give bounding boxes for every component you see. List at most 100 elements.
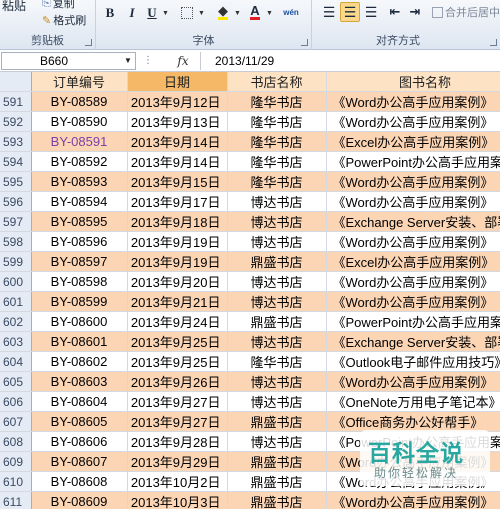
order-id-cell[interactable]: BY-08596 — [31, 231, 128, 252]
order-id-cell[interactable]: BY-08606 — [31, 431, 128, 452]
order-id-cell[interactable]: BY-08605 — [31, 411, 128, 432]
store-cell[interactable]: 鼎盛书店 — [227, 311, 327, 332]
book-cell[interactable]: 《Exchange Server安装、部署与管理》 — [326, 211, 500, 232]
book-cell[interactable]: 《Word办公高手应用案例》 — [326, 91, 500, 112]
book-cell[interactable]: 《PowerPoint办公高手应用案例》 — [326, 311, 500, 332]
order-id-cell[interactable]: BY-08590 — [31, 111, 128, 132]
merge-center-button[interactable]: 合并后居中 — [432, 4, 500, 20]
underline-button[interactable]: U — [143, 4, 161, 22]
store-cell[interactable]: 鼎盛书店 — [227, 471, 327, 492]
row-number[interactable]: 593 — [0, 131, 32, 152]
order-id-cell[interactable]: BY-08599 — [31, 291, 128, 312]
book-cell[interactable]: 《Exchange Server安装、部署与管理》 — [326, 331, 500, 352]
date-cell[interactable]: 2013年9月14日 — [127, 131, 228, 152]
date-cell[interactable]: 2013年9月15日 — [127, 171, 228, 192]
row-number[interactable]: 601 — [0, 291, 32, 312]
row-number[interactable]: 598 — [0, 231, 32, 252]
phonetic-button[interactable]: wén — [280, 3, 302, 21]
formula-bar-grip-icon[interactable]: ⋮ — [143, 55, 153, 66]
row-number[interactable]: 606 — [0, 391, 32, 412]
clipboard-launcher-icon[interactable] — [85, 39, 92, 46]
date-cell[interactable]: 2013年9月24日 — [127, 311, 228, 332]
align-left-button[interactable]: ☰ — [320, 3, 338, 21]
borders-dropdown-icon[interactable]: ▼ — [198, 10, 205, 17]
order-id-cell[interactable]: BY-08609 — [31, 491, 128, 509]
increase-indent-button[interactable]: ⇥ — [406, 3, 424, 21]
book-cell[interactable]: 《PowerPoint办公高手应用案例》 — [326, 151, 500, 172]
italic-button[interactable]: I — [123, 4, 141, 22]
header-book[interactable]: 图书名称 — [326, 72, 500, 92]
date-cell[interactable]: 2013年10月2日 — [127, 471, 228, 492]
row-number[interactable]: 596 — [0, 191, 32, 212]
row-number[interactable]: 607 — [0, 411, 32, 432]
book-cell[interactable]: 《Word办公高手应用案例》 — [326, 191, 500, 212]
row-number[interactable]: 610 — [0, 471, 32, 492]
date-cell[interactable]: 2013年9月19日 — [127, 251, 228, 272]
fill-color-button[interactable]: ◆ — [214, 3, 232, 21]
store-cell[interactable]: 隆华书店 — [227, 91, 327, 112]
store-cell[interactable]: 博达书店 — [227, 431, 327, 452]
order-id-cell[interactable]: BY-08597 — [31, 251, 128, 272]
book-cell[interactable]: 《Word办公高手应用案例》 — [326, 231, 500, 252]
book-cell[interactable]: 《Word办公高手应用案例》 — [326, 291, 500, 312]
store-cell[interactable]: 鼎盛书店 — [227, 491, 327, 509]
font-color-dropdown-icon[interactable]: ▼ — [266, 10, 273, 17]
store-cell[interactable]: 博达书店 — [227, 191, 327, 212]
order-id-cell[interactable]: BY-08601 — [31, 331, 128, 352]
row-number[interactable]: 603 — [0, 331, 32, 352]
row-number[interactable]: 611 — [0, 491, 32, 509]
order-id-cell[interactable]: BY-08600 — [31, 311, 128, 332]
row-number[interactable]: 608 — [0, 431, 32, 452]
book-cell[interactable]: 《Word办公高手应用案例》 — [326, 491, 500, 509]
order-id-cell[interactable]: BY-08604 — [31, 391, 128, 412]
row-number[interactable]: 602 — [0, 311, 32, 332]
date-cell[interactable]: 2013年9月20日 — [127, 271, 228, 292]
store-cell[interactable]: 隆华书店 — [227, 131, 327, 152]
order-id-cell[interactable]: BY-08592 — [31, 151, 128, 172]
store-cell[interactable]: 隆华书店 — [227, 151, 327, 172]
store-cell[interactable]: 隆华书店 — [227, 111, 327, 132]
date-cell[interactable]: 2013年9月25日 — [127, 351, 228, 372]
row-number[interactable]: 600 — [0, 271, 32, 292]
align-right-button[interactable]: ☰ — [362, 3, 380, 21]
copy-button[interactable]: ⎘ 复制 — [42, 0, 75, 11]
row-number[interactable]: 592 — [0, 111, 32, 132]
formula-input[interactable]: 2013/11/29 — [200, 52, 500, 70]
date-cell[interactable]: 2013年9月12日 — [127, 91, 228, 112]
store-cell[interactable]: 博达书店 — [227, 291, 327, 312]
row-number[interactable]: 604 — [0, 351, 32, 372]
fill-color-dropdown-icon[interactable]: ▼ — [234, 10, 241, 17]
store-cell[interactable]: 博达书店 — [227, 231, 327, 252]
format-painter-button[interactable]: ✎ 格式刷 — [42, 12, 86, 28]
date-cell[interactable]: 2013年9月18日 — [127, 211, 228, 232]
font-launcher-icon[interactable] — [301, 39, 308, 46]
store-cell[interactable]: 鼎盛书店 — [227, 251, 327, 272]
row-number[interactable]: 594 — [0, 151, 32, 172]
store-cell[interactable]: 博达书店 — [227, 371, 327, 392]
order-id-cell[interactable]: BY-08598 — [31, 271, 128, 292]
book-cell[interactable]: 《Outlook电子邮件应用技巧》 — [326, 351, 500, 372]
header-date[interactable]: 日期 — [127, 72, 228, 92]
store-cell[interactable]: 鼎盛书店 — [227, 411, 327, 432]
row-number[interactable]: 605 — [0, 371, 32, 392]
book-cell[interactable]: 《Word办公高手应用案例》 — [326, 371, 500, 392]
date-cell[interactable]: 2013年9月29日 — [127, 451, 228, 472]
row-number[interactable]: 609 — [0, 451, 32, 472]
date-cell[interactable]: 2013年9月14日 — [127, 151, 228, 172]
date-cell[interactable]: 2013年9月25日 — [127, 331, 228, 352]
store-cell[interactable]: 博达书店 — [227, 211, 327, 232]
store-cell[interactable]: 博达书店 — [227, 391, 327, 412]
order-id-cell[interactable]: BY-08607 — [31, 451, 128, 472]
store-cell[interactable]: 隆华书店 — [227, 351, 327, 372]
row-number[interactable]: 591 — [0, 91, 32, 112]
book-cell[interactable]: 《Excel办公高手应用案例》 — [326, 131, 500, 152]
name-box-dropdown-icon[interactable]: ▼ — [124, 56, 132, 65]
date-cell[interactable]: 2013年9月27日 — [127, 391, 228, 412]
header-store[interactable]: 书店名称 — [227, 72, 327, 92]
order-id-cell[interactable]: BY-08602 — [31, 351, 128, 372]
font-color-button[interactable]: A — [246, 3, 264, 21]
borders-button[interactable] — [178, 4, 196, 22]
row-number[interactable]: 597 — [0, 211, 32, 232]
date-cell[interactable]: 2013年9月13日 — [127, 111, 228, 132]
bold-button[interactable]: B — [101, 4, 119, 22]
